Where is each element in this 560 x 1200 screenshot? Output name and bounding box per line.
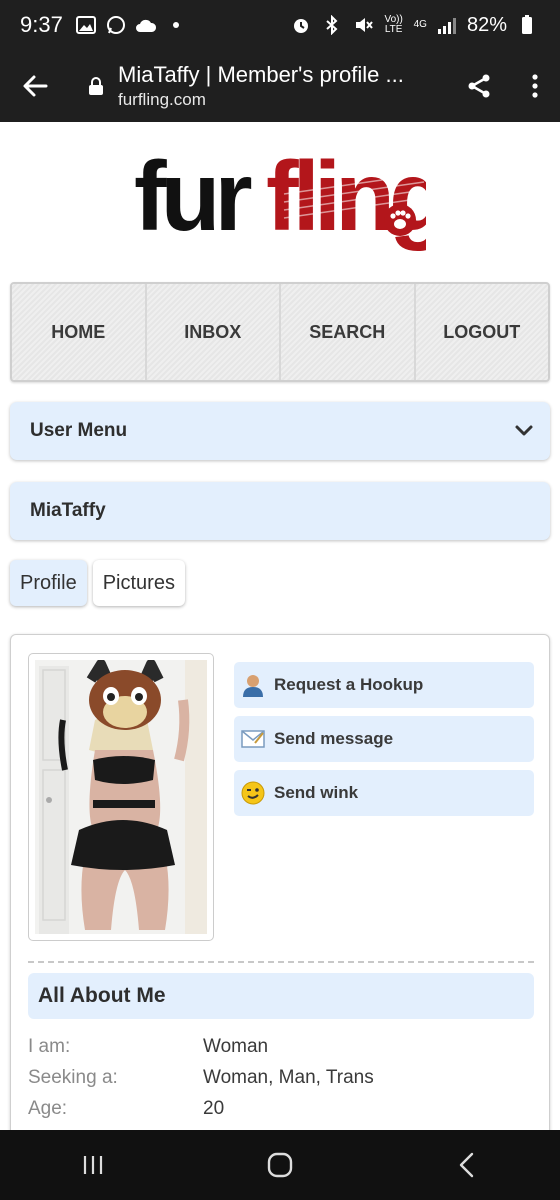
alarm-icon — [290, 14, 312, 36]
signal-icon — [436, 14, 458, 36]
bluetooth-icon — [321, 14, 343, 36]
more-options-button[interactable] — [510, 50, 560, 122]
detail-label: I am: — [28, 1035, 71, 1057]
detail-row: Age: 20 — [28, 1093, 534, 1124]
volte-icon: Vo)) LTE — [384, 14, 403, 35]
more-vert-icon — [532, 74, 538, 98]
status-left-icons — [75, 14, 187, 36]
user-icon — [240, 672, 266, 698]
detail-label: Seeking a: — [28, 1066, 118, 1088]
chevron-left-icon — [459, 1152, 473, 1178]
profile-tabs: Profile Pictures — [10, 560, 185, 606]
logo-text-fur: fur — [134, 141, 251, 251]
url-field[interactable]: MiaTaffy | Member's profile ... furfling… — [114, 61, 448, 111]
recents-button[interactable] — [53, 1130, 133, 1200]
profile-panel: Request a Hookup Send message Send wink … — [10, 634, 550, 1130]
nav-inbox[interactable]: INBOX — [147, 284, 281, 380]
nav-logout[interactable]: LOGOUT — [416, 284, 549, 380]
page-domain: furfling.com — [118, 90, 206, 109]
profile-details: I am: Woman Seeking a: Woman, Man, Trans… — [28, 1031, 534, 1124]
user-menu-label: User Menu — [30, 420, 128, 441]
about-me-heading: All About Me — [28, 973, 534, 1019]
detail-row: I am: Woman — [28, 1031, 534, 1062]
system-nav-bar — [0, 1130, 560, 1200]
status-right-icons: Vo)) LTE 4G 82% — [290, 14, 538, 37]
request-hookup-button[interactable]: Request a Hookup — [234, 662, 534, 708]
profile-photo[interactable] — [28, 653, 214, 941]
share-button[interactable] — [448, 50, 510, 122]
web-content: fur fling HOME INBOX SEARCH LOGOUT User … — [0, 122, 560, 1130]
username-label: MiaTaffy — [30, 500, 106, 521]
send-message-button[interactable]: Send message — [234, 716, 534, 762]
dot-icon — [165, 14, 187, 36]
detail-value: Woman, Man, Trans — [203, 1066, 374, 1088]
home-icon — [267, 1152, 293, 1178]
share-icon — [468, 74, 490, 98]
site-logo[interactable]: fur fling — [134, 134, 449, 258]
chevron-down-icon — [514, 419, 534, 447]
send-wink-button[interactable]: Send wink — [234, 770, 534, 816]
tab-profile[interactable]: Profile — [10, 560, 87, 606]
envelope-icon — [240, 726, 266, 752]
request-hookup-label: Request a Hookup — [274, 675, 424, 694]
send-wink-label: Send wink — [274, 783, 359, 802]
paw-icon — [384, 204, 416, 236]
back-button[interactable] — [0, 50, 70, 122]
recents-icon — [84, 1156, 103, 1174]
system-back-button[interactable] — [427, 1130, 507, 1200]
username-heading: MiaTaffy — [10, 482, 550, 540]
image-icon — [75, 14, 97, 36]
detail-value: Woman — [203, 1035, 269, 1057]
battery-percent: 82% — [466, 13, 507, 36]
detail-value: 20 — [203, 1097, 225, 1119]
lock-icon[interactable] — [78, 76, 114, 96]
mute-icon — [352, 14, 374, 36]
back-arrow-icon — [23, 75, 48, 97]
browser-toolbar: MiaTaffy | Member's profile ... furfling… — [0, 50, 560, 122]
cloud-icon — [135, 14, 157, 36]
page-title: MiaTaffy | Member's profile ... — [118, 62, 404, 87]
user-menu-dropdown[interactable]: User Menu — [10, 402, 550, 460]
status-bar: 9:37 Vo)) LTE 4G 82% — [0, 0, 560, 50]
nav-search[interactable]: SEARCH — [281, 284, 416, 380]
detail-label: Age: — [28, 1097, 68, 1119]
detail-row: Seeking a: Woman, Man, Trans — [28, 1062, 534, 1093]
section-divider — [28, 961, 534, 963]
home-button[interactable] — [240, 1130, 320, 1200]
nav-home[interactable]: HOME — [12, 284, 147, 380]
about-me-title: All About Me — [38, 984, 166, 1007]
photo-image — [35, 660, 207, 934]
tab-pictures[interactable]: Pictures — [92, 560, 185, 606]
status-time: 9:37 — [20, 12, 63, 37]
wink-icon — [240, 780, 266, 806]
battery-icon — [516, 14, 538, 36]
network-icon: 4G — [413, 19, 427, 30]
send-message-label: Send message — [274, 729, 394, 748]
whatsapp-icon — [105, 14, 127, 36]
main-nav: HOME INBOX SEARCH LOGOUT — [10, 282, 550, 382]
